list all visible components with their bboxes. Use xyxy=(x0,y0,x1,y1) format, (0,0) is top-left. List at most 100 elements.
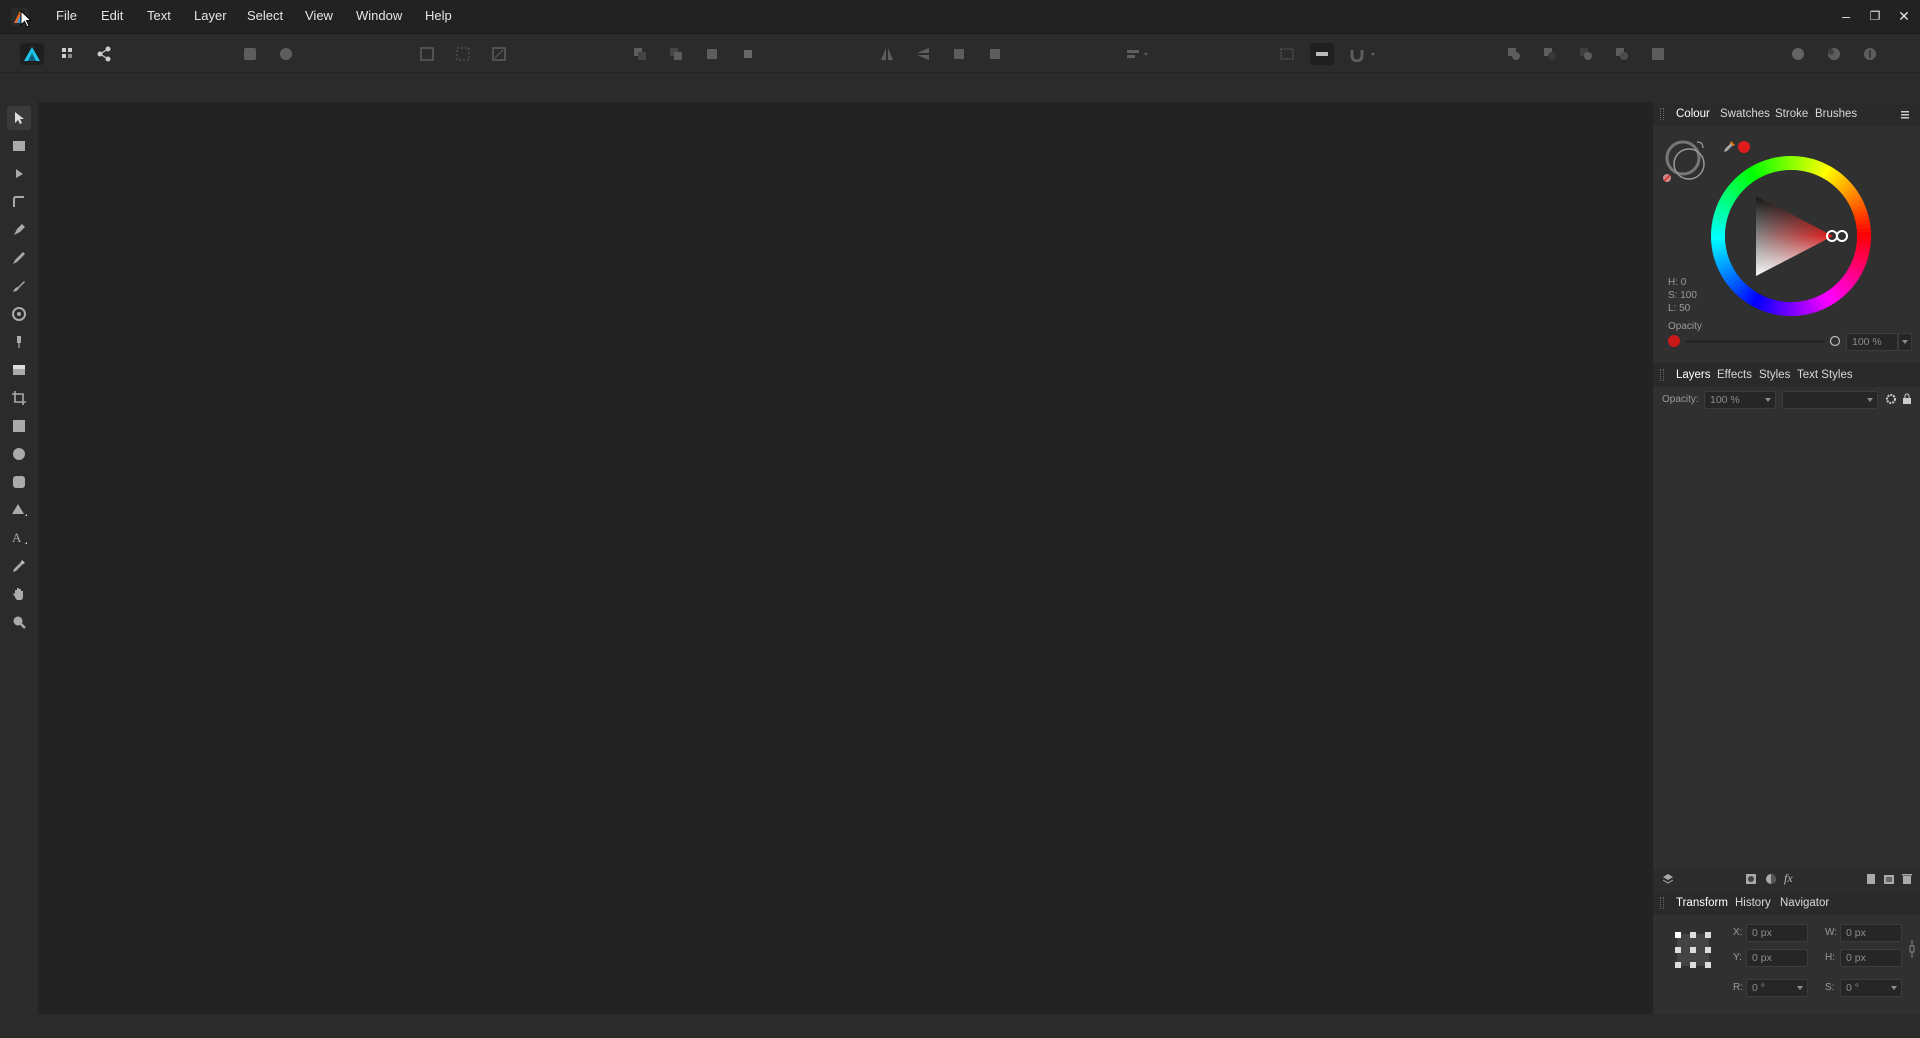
minimize-button[interactable]: – xyxy=(1836,6,1856,26)
tab-navigator[interactable]: Navigator xyxy=(1780,897,1829,909)
flip-vertical-button[interactable] xyxy=(911,43,935,65)
view-mode-button[interactable] xyxy=(1310,43,1334,65)
hue-ring-segment[interactable] xyxy=(1856,235,1871,241)
tab-effects[interactable]: Effects xyxy=(1717,369,1752,381)
snap-options-button[interactable] xyxy=(487,43,511,65)
opacity-slider-thumb[interactable] xyxy=(1829,335,1841,347)
help-assistant-button[interactable] xyxy=(1858,43,1882,65)
tab-swatches[interactable]: Swatches xyxy=(1720,108,1770,120)
eyedropper-icon[interactable] xyxy=(1722,140,1736,154)
node-tool[interactable] xyxy=(7,162,31,186)
snapping-dropdown[interactable] xyxy=(1346,43,1380,65)
boolean-divide-button[interactable] xyxy=(1646,43,1670,65)
alignment-dropdown[interactable] xyxy=(1122,43,1154,65)
insert-target-button[interactable] xyxy=(238,43,262,65)
snap-grid-button[interactable] xyxy=(451,43,475,65)
width-field[interactable]: 0 px xyxy=(1840,924,1902,942)
y-position-field[interactable]: 0 px xyxy=(1746,949,1808,967)
menu-window[interactable]: Window xyxy=(356,8,402,23)
vector-brush-tool[interactable] xyxy=(7,274,31,298)
designer-persona-button[interactable] xyxy=(20,43,44,65)
tab-layers[interactable]: Layers xyxy=(1676,369,1711,381)
panel-grip[interactable] xyxy=(1660,108,1664,120)
move-tool[interactable] xyxy=(7,106,31,130)
tab-transform[interactable]: Transform xyxy=(1676,897,1728,909)
blend-mode-dropdown[interactable] xyxy=(1782,391,1878,409)
user-account-button[interactable] xyxy=(1786,43,1810,65)
menu-help[interactable]: Help xyxy=(425,8,452,23)
lock-icon[interactable] xyxy=(1902,393,1912,405)
tab-history[interactable]: History xyxy=(1735,897,1771,909)
rounded-rectangle-tool[interactable] xyxy=(7,470,31,494)
mask-layer-icon[interactable] xyxy=(1745,873,1757,885)
shear-field[interactable]: 0 ° xyxy=(1840,979,1902,997)
transparency-tool[interactable] xyxy=(7,358,31,382)
flip-horizontal-button[interactable] xyxy=(875,43,899,65)
move-to-back-button[interactable] xyxy=(628,43,652,65)
pixel-grid-button[interactable] xyxy=(1275,43,1299,65)
menu-view[interactable]: View xyxy=(305,8,333,23)
current-colour-swatch[interactable] xyxy=(1737,140,1751,154)
delete-layer-icon[interactable] xyxy=(1901,873,1913,885)
layer-settings-icon[interactable] xyxy=(1885,393,1897,405)
menu-select[interactable]: Select xyxy=(247,8,283,23)
add-group-icon[interactable] xyxy=(1883,873,1895,885)
boolean-add-button[interactable] xyxy=(1502,43,1526,65)
menu-edit[interactable]: Edit xyxy=(101,8,123,23)
adjustment-layer-icon[interactable] xyxy=(1765,873,1777,885)
boolean-intersect-button[interactable] xyxy=(1574,43,1598,65)
close-button[interactable]: ✕ xyxy=(1894,6,1914,26)
pen-tool[interactable] xyxy=(7,218,31,242)
panel-grip[interactable] xyxy=(1660,897,1664,909)
snap-bounding-button[interactable] xyxy=(415,43,439,65)
lock-aspect-ratio-icon[interactable] xyxy=(1908,938,1916,960)
tab-stroke[interactable]: Stroke xyxy=(1775,108,1808,120)
point-transform-tool[interactable] xyxy=(7,190,31,214)
anchor-point-selector[interactable] xyxy=(1673,930,1713,970)
layers-list[interactable] xyxy=(1653,412,1920,867)
fx-icon[interactable]: fx xyxy=(1784,871,1793,886)
tab-text-styles[interactable]: Text Styles xyxy=(1797,369,1853,381)
rotate-right-button[interactable] xyxy=(983,43,1007,65)
rectangle-tool[interactable] xyxy=(7,414,31,438)
height-field[interactable]: 0 px xyxy=(1840,949,1902,967)
artistic-text-tool[interactable]: A xyxy=(7,526,31,550)
colour-picker-tool[interactable] xyxy=(7,554,31,578)
boolean-subtract-button[interactable] xyxy=(1538,43,1562,65)
edit-group-button[interactable] xyxy=(274,43,298,65)
fill-tool[interactable] xyxy=(7,302,31,326)
pixel-persona-button[interactable] xyxy=(56,43,80,65)
tab-styles[interactable]: Styles xyxy=(1759,369,1790,381)
panel-menu-icon[interactable] xyxy=(1901,108,1911,119)
pencil-tool[interactable] xyxy=(7,246,31,270)
move-to-front-button[interactable] xyxy=(736,43,760,65)
rotation-field[interactable]: 0 ° xyxy=(1746,979,1808,997)
ellipse-tool[interactable] xyxy=(7,442,31,466)
fill-stroke-selector[interactable] xyxy=(1661,136,1713,186)
tab-colour[interactable]: Colour xyxy=(1676,108,1710,120)
menu-layer[interactable]: Layer xyxy=(194,8,227,23)
boolean-xor-button[interactable] xyxy=(1610,43,1634,65)
opacity-value-field[interactable]: 100 % xyxy=(1846,333,1898,351)
crop-tool[interactable] xyxy=(7,386,31,410)
move-back-button[interactable] xyxy=(664,43,688,65)
colour-wheel[interactable] xyxy=(1711,156,1871,316)
paint-brush-tool[interactable] xyxy=(7,330,31,354)
panel-grip[interactable] xyxy=(1660,369,1664,381)
layer-opacity-field[interactable]: 100 % xyxy=(1704,391,1776,409)
share-button[interactable] xyxy=(1822,43,1846,65)
opacity-slider[interactable] xyxy=(1685,340,1825,343)
document-canvas[interactable] xyxy=(38,102,1653,1014)
zoom-tool[interactable] xyxy=(7,610,31,634)
view-tool[interactable] xyxy=(7,582,31,606)
rotate-left-button[interactable] xyxy=(947,43,971,65)
menu-file[interactable]: File xyxy=(56,8,77,23)
restore-button[interactable]: ❐ xyxy=(1865,6,1885,26)
menu-text[interactable]: Text xyxy=(147,8,171,23)
layers-stack-icon[interactable] xyxy=(1662,873,1674,885)
export-persona-button[interactable] xyxy=(92,43,116,65)
triangle-tool[interactable] xyxy=(7,498,31,522)
x-position-field[interactable]: 0 px xyxy=(1746,924,1808,942)
move-forward-button[interactable] xyxy=(700,43,724,65)
tab-brushes[interactable]: Brushes xyxy=(1815,108,1857,120)
